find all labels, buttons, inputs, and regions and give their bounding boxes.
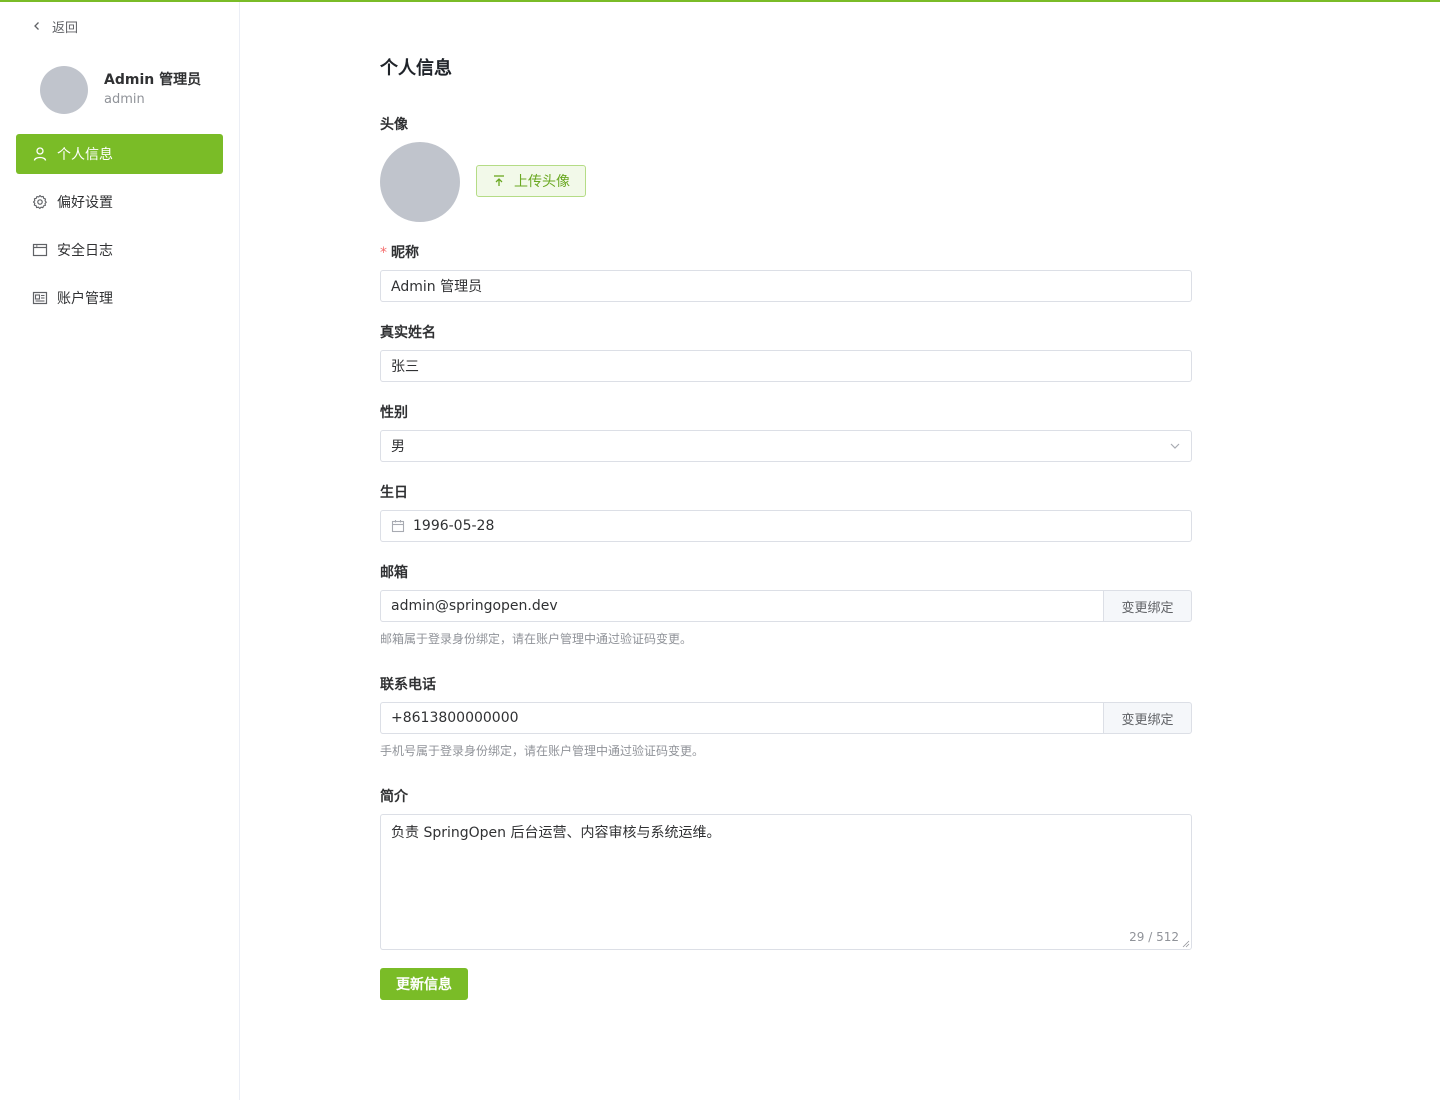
real-name-label: 真实姓名 bbox=[380, 325, 436, 341]
avatar bbox=[40, 66, 88, 114]
bio-label: 简介 bbox=[380, 789, 408, 805]
real-name-input[interactable]: 张三 bbox=[380, 350, 1192, 382]
email-field[interactable]: admin@springopen.dev bbox=[380, 590, 1103, 622]
required-mark: * bbox=[380, 245, 387, 261]
change-phone-binding-button[interactable]: 变更绑定 bbox=[1103, 702, 1192, 734]
birthday-date-picker[interactable]: 1996-05-28 bbox=[380, 510, 1192, 542]
user-display-name: Admin 管理员 bbox=[104, 72, 202, 88]
upload-avatar-label: 上传头像 bbox=[514, 174, 570, 190]
gender-select[interactable]: 男 bbox=[380, 430, 1192, 462]
bio-value: 负责 SpringOpen 后台运营、内容审核与系统运维。 bbox=[391, 825, 721, 841]
gender-value: 男 bbox=[391, 439, 405, 455]
id-card-icon bbox=[32, 291, 48, 305]
email-hint: 邮箱属于登录身份绑定，请在账户管理中通过验证码变更。 bbox=[380, 632, 693, 646]
birthday-value: 1996-05-28 bbox=[413, 518, 495, 534]
avatar-preview bbox=[380, 142, 460, 222]
nickname-value: Admin 管理员 bbox=[391, 279, 483, 295]
sidebar-item-label: 偏好设置 bbox=[57, 195, 113, 211]
phone-label: 联系电话 bbox=[380, 677, 436, 693]
email-input-group: admin@springopen.dev 变更绑定 bbox=[380, 590, 1192, 622]
page-title: 个人信息 bbox=[380, 58, 452, 79]
browser-window-icon bbox=[32, 243, 48, 257]
phone-hint: 手机号属于登录身份绑定，请在账户管理中通过验证码变更。 bbox=[380, 744, 705, 758]
email-value: admin@springopen.dev bbox=[391, 598, 558, 614]
nickname-label: * 昵称 bbox=[380, 242, 419, 262]
bio-char-counter: 29 / 512 bbox=[1129, 930, 1179, 944]
upload-avatar-button[interactable]: 上传头像 bbox=[476, 165, 586, 197]
update-info-button[interactable]: 更新信息 bbox=[380, 968, 468, 1000]
nickname-input[interactable]: Admin 管理员 bbox=[380, 270, 1192, 302]
calendar-icon bbox=[391, 520, 405, 533]
sidebar-item-label: 账户管理 bbox=[57, 291, 113, 307]
sidebar-item-label: 安全日志 bbox=[57, 243, 113, 259]
sidebar-item-preferences[interactable]: 偏好设置 bbox=[16, 182, 223, 222]
gender-label: 性别 bbox=[380, 405, 408, 421]
real-name-value: 张三 bbox=[391, 359, 419, 375]
gear-icon bbox=[32, 194, 47, 210]
phone-value: +8613800000000 bbox=[391, 710, 519, 726]
change-email-binding-button[interactable]: 变更绑定 bbox=[1103, 590, 1192, 622]
sidebar: 返回 Admin 管理员 admin 个人信息 偏好设置 安全日志 账户管理 bbox=[0, 2, 240, 1100]
bio-textarea[interactable]: 负责 SpringOpen 后台运营、内容审核与系统运维。 29 / 512 bbox=[380, 814, 1192, 950]
upload-icon bbox=[494, 175, 504, 186]
user-icon bbox=[33, 147, 47, 161]
back-link[interactable]: 返回 bbox=[32, 16, 78, 36]
avatar-label: 头像 bbox=[380, 117, 408, 133]
sidebar-item-profile[interactable]: 个人信息 bbox=[16, 134, 223, 174]
birthday-label: 生日 bbox=[380, 485, 408, 501]
email-label: 邮箱 bbox=[380, 565, 408, 581]
sidebar-item-security-log[interactable]: 安全日志 bbox=[16, 230, 223, 270]
nickname-label-text: 昵称 bbox=[391, 245, 419, 261]
chevron-left-icon bbox=[34, 22, 39, 30]
chevron-down-icon bbox=[1170, 443, 1180, 449]
phone-input-group: +8613800000000 变更绑定 bbox=[380, 702, 1192, 734]
user-username: admin bbox=[104, 92, 145, 107]
back-label: 返回 bbox=[52, 20, 79, 36]
resize-grip-icon[interactable] bbox=[1182, 940, 1190, 948]
sidebar-item-account[interactable]: 账户管理 bbox=[16, 278, 223, 318]
phone-field[interactable]: +8613800000000 bbox=[380, 702, 1103, 734]
sidebar-item-label: 个人信息 bbox=[57, 147, 113, 163]
user-card: Admin 管理员 admin bbox=[40, 66, 201, 114]
sidebar-menu: 个人信息 偏好设置 安全日志 账户管理 bbox=[16, 134, 223, 326]
